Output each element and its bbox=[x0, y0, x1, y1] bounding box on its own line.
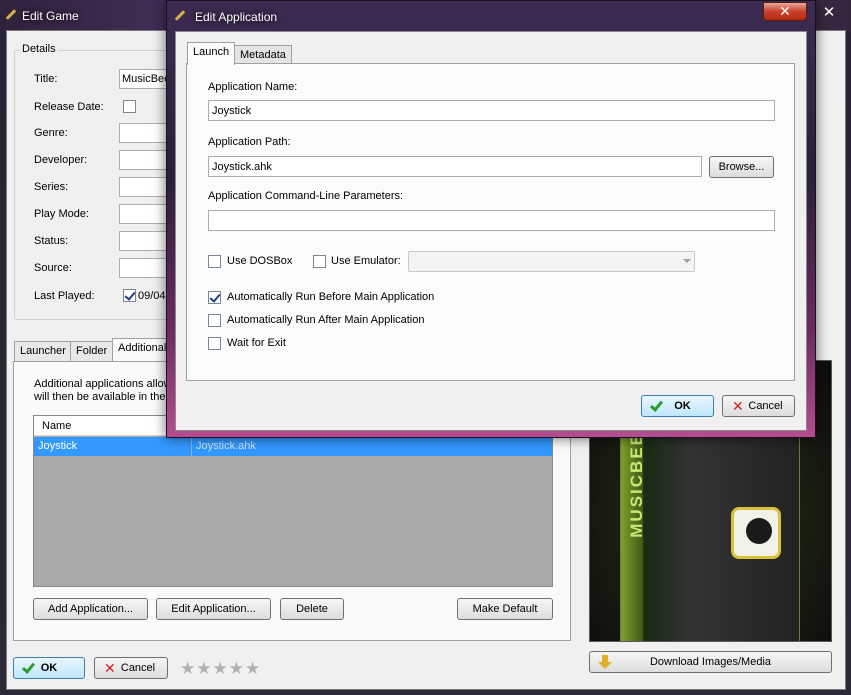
play-mode-label: Play Mode: bbox=[34, 208, 90, 220]
add-application-button[interactable]: Add Application... bbox=[33, 598, 148, 620]
use-dosbox-checkbox[interactable] bbox=[208, 255, 221, 268]
pencil-icon bbox=[173, 9, 185, 21]
cmd-params-label: Application Command-Line Parameters: bbox=[208, 190, 404, 202]
download-media-button[interactable]: Download Images/Media bbox=[589, 651, 832, 673]
use-emulator-label[interactable]: Use Emulator: bbox=[331, 255, 401, 267]
ok-label: OK bbox=[674, 400, 691, 412]
ok-button[interactable]: OK bbox=[641, 395, 714, 417]
release-date-checkbox[interactable] bbox=[123, 100, 136, 113]
app-path-value: Joystick.ahk bbox=[212, 161, 272, 173]
release-date-label: Release Date: bbox=[34, 101, 104, 113]
delete-button[interactable]: Delete bbox=[280, 598, 344, 620]
additional-description: Additional applications allow will then … bbox=[34, 378, 172, 404]
download-media-label: Download Images/Media bbox=[649, 656, 772, 668]
edit-application-titlebar[interactable]: Edit Application ✕ bbox=[167, 1, 815, 31]
check-icon bbox=[22, 662, 34, 674]
cancel-x-icon: ✕ bbox=[732, 398, 744, 414]
close-icon[interactable]: ✕ bbox=[763, 2, 807, 21]
chevron-down-icon bbox=[683, 259, 691, 263]
box-art-spine: MUSICBEE bbox=[621, 422, 646, 641]
auto-run-before-checkbox[interactable] bbox=[208, 291, 221, 304]
close-icon[interactable]: ✕ bbox=[818, 4, 840, 24]
edit-game-title: Edit Game bbox=[22, 9, 79, 23]
app-name-label: Application Name: bbox=[208, 81, 298, 93]
auto-run-after-checkbox[interactable] bbox=[208, 314, 221, 327]
app-name-value: Joystick bbox=[212, 105, 252, 117]
ok-button[interactable]: OK bbox=[13, 657, 85, 679]
app-path-cell: Joystick.ahk bbox=[196, 440, 256, 452]
tab-metadata[interactable]: Metadata bbox=[234, 45, 292, 65]
cancel-x-icon: ✕ bbox=[104, 660, 116, 676]
genre-label: Genre: bbox=[34, 127, 68, 139]
emulator-select[interactable] bbox=[408, 251, 695, 272]
edit-application-title: Edit Application bbox=[195, 10, 278, 24]
wait-for-exit-label[interactable]: Wait for Exit bbox=[227, 337, 286, 349]
last-played-checkbox[interactable] bbox=[123, 289, 136, 302]
app-name-input[interactable]: Joystick bbox=[208, 100, 775, 121]
edit-application-button[interactable]: Edit Application... bbox=[156, 598, 271, 620]
additional-desc-line: will then be available in the bbox=[34, 391, 166, 403]
app-path-label: Application Path: bbox=[208, 136, 291, 148]
auto-run-after-label[interactable]: Automatically Run After Main Application bbox=[227, 314, 425, 326]
make-default-button[interactable]: Make Default bbox=[457, 598, 553, 620]
tab-folder[interactable]: Folder bbox=[70, 341, 114, 361]
app-name-cell: Joystick bbox=[38, 440, 78, 452]
pencil-icon bbox=[4, 8, 16, 20]
auto-run-before-label[interactable]: Automatically Run Before Main Applicatio… bbox=[227, 291, 434, 303]
series-label: Series: bbox=[34, 181, 69, 193]
developer-label: Developer: bbox=[34, 154, 88, 166]
additional-desc-line: Additional applications allow bbox=[34, 378, 172, 390]
box-art-brand: MUSICBEE bbox=[627, 432, 646, 538]
wait-for-exit-checkbox[interactable] bbox=[208, 337, 221, 350]
last-played-label: Last Played: bbox=[34, 290, 95, 302]
bee-logo-icon bbox=[731, 507, 781, 559]
use-emulator-checkbox[interactable] bbox=[313, 255, 326, 268]
check-icon bbox=[650, 400, 662, 412]
tab-launcher[interactable]: Launcher bbox=[14, 341, 72, 361]
app-path-input[interactable]: Joystick.ahk bbox=[208, 156, 702, 177]
last-played-value: 09/04 bbox=[138, 290, 166, 302]
tab-launch[interactable]: Launch bbox=[187, 42, 236, 65]
cancel-button[interactable]: ✕ Cancel bbox=[722, 395, 795, 417]
use-dosbox-label[interactable]: Use DOSBox bbox=[227, 255, 292, 267]
details-legend: Details bbox=[20, 43, 58, 55]
column-header-name[interactable]: Name bbox=[42, 420, 71, 432]
column-divider bbox=[191, 437, 192, 456]
table-row[interactable]: Joystick Joystick.ahk bbox=[34, 437, 552, 456]
status-label: Status: bbox=[34, 235, 69, 247]
box-art-case: MUSICBEE bbox=[620, 421, 800, 641]
cancel-button[interactable]: ✕ Cancel bbox=[94, 657, 168, 679]
tab-additional[interactable]: Additional bbox=[112, 338, 173, 362]
browse-button[interactable]: Browse... bbox=[709, 156, 774, 178]
download-arrow-icon bbox=[598, 655, 612, 669]
title-value: MusicBee bbox=[122, 73, 171, 85]
cmd-params-input[interactable] bbox=[208, 210, 775, 231]
ok-label: OK bbox=[40, 662, 58, 674]
rating-stars[interactable]: ★★★★★ bbox=[180, 659, 261, 679]
source-label: Source: bbox=[34, 262, 72, 274]
title-label: Title: bbox=[34, 73, 58, 85]
